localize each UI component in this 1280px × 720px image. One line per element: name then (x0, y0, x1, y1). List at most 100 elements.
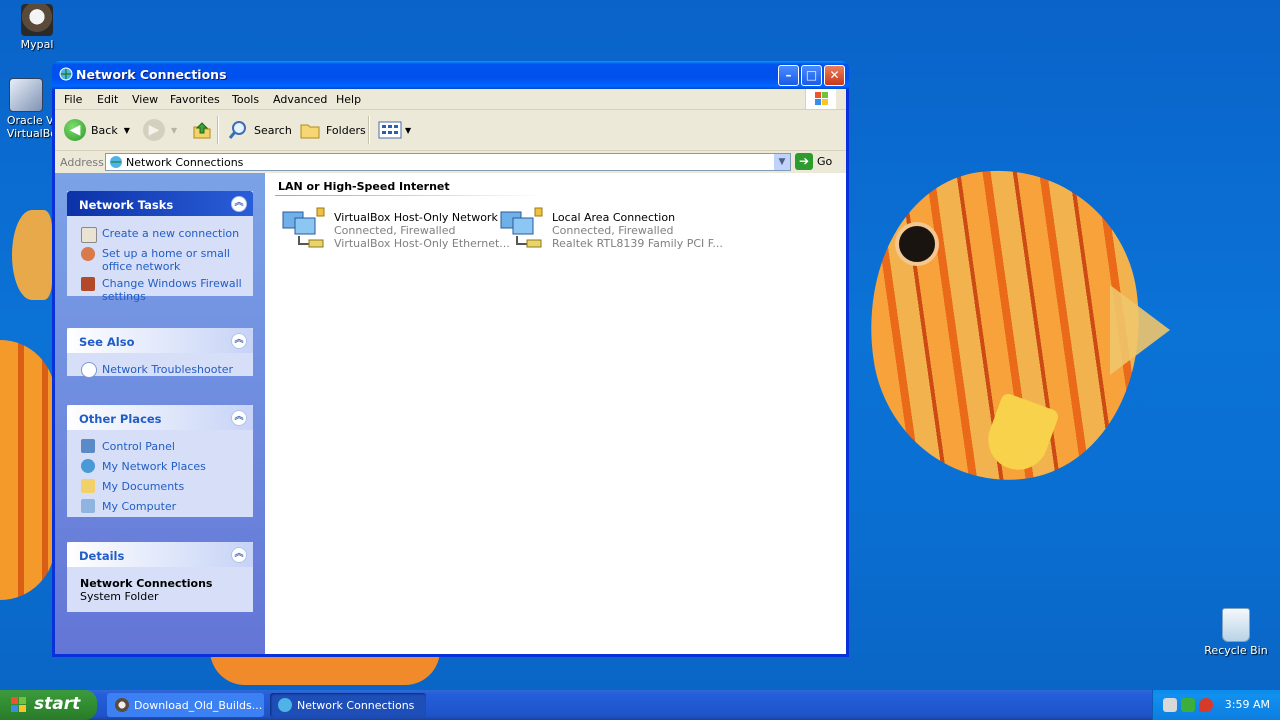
details-name: Network Connections (80, 577, 213, 590)
desktop-icon-label: Oracle VM VirtualBox (6, 114, 52, 140)
up-folder-icon (193, 122, 211, 139)
group-divider (275, 195, 545, 196)
network-connections-icon (278, 698, 292, 712)
views-button[interactable]: ▼ (378, 118, 411, 142)
connection-status: Connected, Firewalled (552, 224, 674, 237)
wallpaper-fish-fin (12, 210, 52, 300)
menu-view[interactable]: View (132, 93, 158, 106)
menu-favorites[interactable]: Favorites (170, 93, 220, 106)
details-header[interactable]: Details ︽ (67, 542, 253, 567)
link-home-network[interactable]: Set up a home or small office network (102, 247, 242, 273)
security-shield-icon[interactable] (1199, 698, 1213, 712)
panel-title: See Also (79, 335, 135, 349)
see-also-header[interactable]: See Also ︽ (67, 328, 253, 353)
back-arrow-icon: ◀ (64, 119, 86, 141)
desktop-icon-mypal[interactable]: Mypal (2, 4, 72, 51)
windows-logo-icon (805, 89, 836, 109)
forward-arrow-icon: ▶ (143, 119, 165, 141)
forward-dropdown-icon[interactable]: ▼ (171, 126, 177, 135)
toolbar-separator (368, 116, 370, 144)
folders-button[interactable]: Folders (299, 118, 366, 142)
see-also-panel: See Also ︽ Network Troubleshooter (67, 328, 253, 378)
close-button[interactable]: ✕ (824, 65, 845, 86)
collapse-chevron-icon[interactable]: ︽ (231, 333, 247, 349)
link-my-documents[interactable]: My Documents (102, 480, 184, 493)
go-label: Go (817, 155, 833, 168)
my-computer-icon (81, 499, 95, 513)
link-my-network-places[interactable]: My Network Places (102, 460, 206, 473)
link-network-troubleshooter[interactable]: Network Troubleshooter (102, 363, 233, 376)
search-icon (228, 121, 246, 139)
info-icon (81, 362, 97, 378)
maximize-button[interactable]: □ (801, 65, 822, 86)
connection-status: Connected, Firewalled (334, 224, 456, 237)
menu-advanced[interactable]: Advanced (273, 93, 327, 106)
network-tray-icon[interactable] (1163, 698, 1177, 712)
taskbar-item-label: Network Connections (297, 698, 415, 712)
window-body: File Edit View Favorites Tools Advanced … (55, 89, 846, 654)
menu-help[interactable]: Help (336, 93, 361, 106)
views-icon (378, 121, 402, 139)
forward-button[interactable]: ▶ ▼ (143, 118, 177, 142)
back-button[interactable]: ◀ Back ▼ (64, 118, 130, 142)
search-button[interactable]: Search (227, 118, 292, 142)
system-tray: 3:59 AM (1152, 690, 1280, 720)
other-places-header[interactable]: Other Places ︽ (67, 405, 253, 430)
link-firewall-settings[interactable]: Change Windows Firewall settings (102, 277, 242, 303)
taskbar-item-download[interactable]: Download_Old_Builds... (107, 693, 264, 717)
taskbar: start Download_Old_Builds... Network Con… (0, 690, 1280, 720)
back-dropdown-icon[interactable]: ▼ (124, 126, 130, 135)
address-input[interactable]: Network Connections ▼ (105, 153, 791, 171)
lan-connection-icon (500, 207, 543, 248)
go-button[interactable]: ➔ Go (795, 153, 832, 170)
network-places-icon (81, 459, 95, 473)
panel-title: Details (79, 549, 125, 563)
link-control-panel[interactable]: Control Panel (102, 440, 175, 453)
start-button[interactable]: start (0, 690, 97, 720)
panel-title: Network Tasks (79, 198, 174, 212)
connection-item[interactable]: Local Area Connection Connected, Firewal… (497, 206, 723, 256)
taskbar-item-network-connections[interactable]: Network Connections (270, 693, 426, 717)
connection-name: Local Area Connection (552, 211, 676, 224)
lan-connection-icon (282, 207, 325, 248)
desktop-icon-virtualbox[interactable]: Oracle VM VirtualBox (0, 78, 52, 140)
virtualbox-icon (9, 78, 43, 112)
link-my-computer[interactable]: My Computer (102, 500, 176, 513)
link-create-connection[interactable]: Create a new connection (102, 227, 239, 240)
collapse-chevron-icon[interactable]: ︽ (231, 410, 247, 426)
recycle-bin-icon (1222, 608, 1250, 642)
network-tasks-header[interactable]: Network Tasks ︽ (67, 191, 253, 216)
desktop-icon-label: Mypal (20, 38, 54, 51)
folders-icon (300, 124, 320, 139)
details-type: System Folder (80, 590, 159, 603)
menu-edit[interactable]: Edit (97, 93, 118, 106)
network-connections-window: Network Connections – □ ✕ File Edit View… (52, 61, 849, 657)
safely-remove-icon[interactable] (1181, 698, 1195, 712)
clock[interactable]: 3:59 AM (1225, 698, 1270, 711)
window-title: Network Connections (76, 67, 227, 82)
menu-file[interactable]: File (64, 93, 82, 106)
toolbar-separator (217, 116, 219, 144)
title-bar[interactable]: Network Connections – □ ✕ (52, 61, 849, 89)
address-dropdown-icon[interactable]: ▼ (774, 154, 790, 170)
network-connections-icon (59, 67, 73, 81)
minimize-button[interactable]: – (778, 65, 799, 86)
up-folder-button[interactable] (191, 118, 213, 142)
go-arrow-icon: ➔ (795, 153, 813, 170)
network-tasks-panel: Network Tasks ︽ Create a new connection … (67, 191, 253, 303)
control-panel-icon (81, 439, 95, 453)
menu-tools[interactable]: Tools (232, 93, 259, 106)
content-area: LAN or High-Speed Internet VirtualBox Ho… (265, 173, 846, 654)
back-label: Back (91, 123, 118, 137)
collapse-chevron-icon[interactable]: ︽ (231, 547, 247, 563)
toolbar: ◀ Back ▼ ▶ ▼ Search Folders ▼ (55, 110, 846, 151)
connection-item[interactable]: VirtualBox Host-Only Network Connected, … (279, 206, 510, 256)
firewall-icon (81, 277, 95, 291)
wallpaper-fish-tail (1110, 285, 1170, 375)
connection-name: VirtualBox Host-Only Network (334, 211, 498, 224)
desktop-icon-label: Recycle Bin (1204, 644, 1268, 657)
views-dropdown-icon[interactable]: ▼ (405, 126, 411, 135)
collapse-chevron-icon[interactable]: ︽ (231, 196, 247, 212)
network-connections-icon (110, 156, 122, 168)
desktop-icon-recycle-bin[interactable]: Recycle Bin (1201, 608, 1271, 657)
